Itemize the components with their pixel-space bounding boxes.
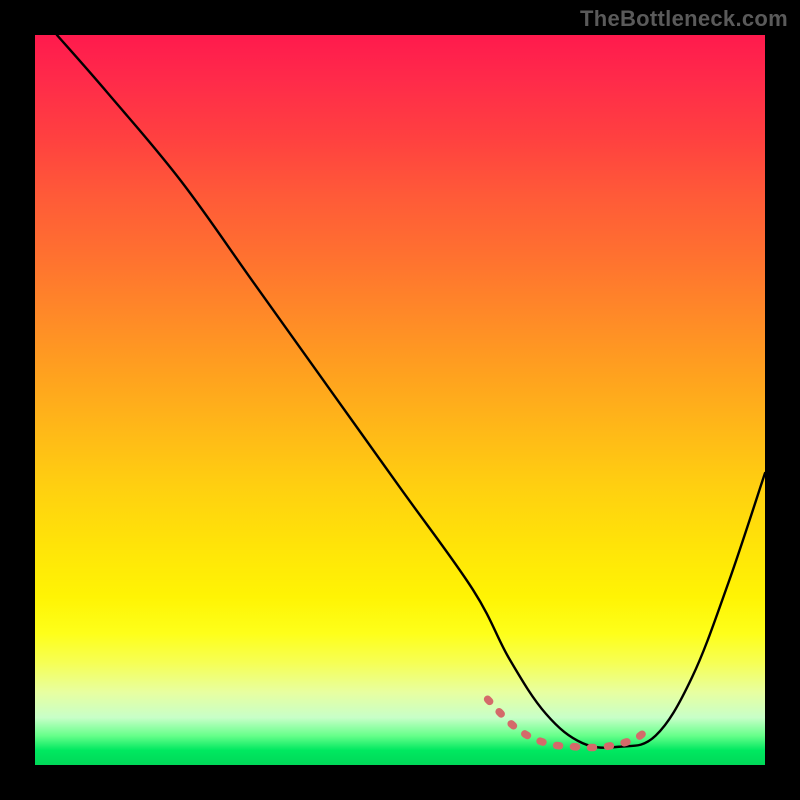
chart-svg (35, 35, 765, 765)
watermark-text: TheBottleneck.com (580, 6, 788, 32)
bottleneck-curve-line (57, 35, 765, 748)
chart-container: TheBottleneck.com (0, 0, 800, 800)
optimal-range-marker-line (488, 699, 649, 747)
plot-area (35, 35, 765, 765)
